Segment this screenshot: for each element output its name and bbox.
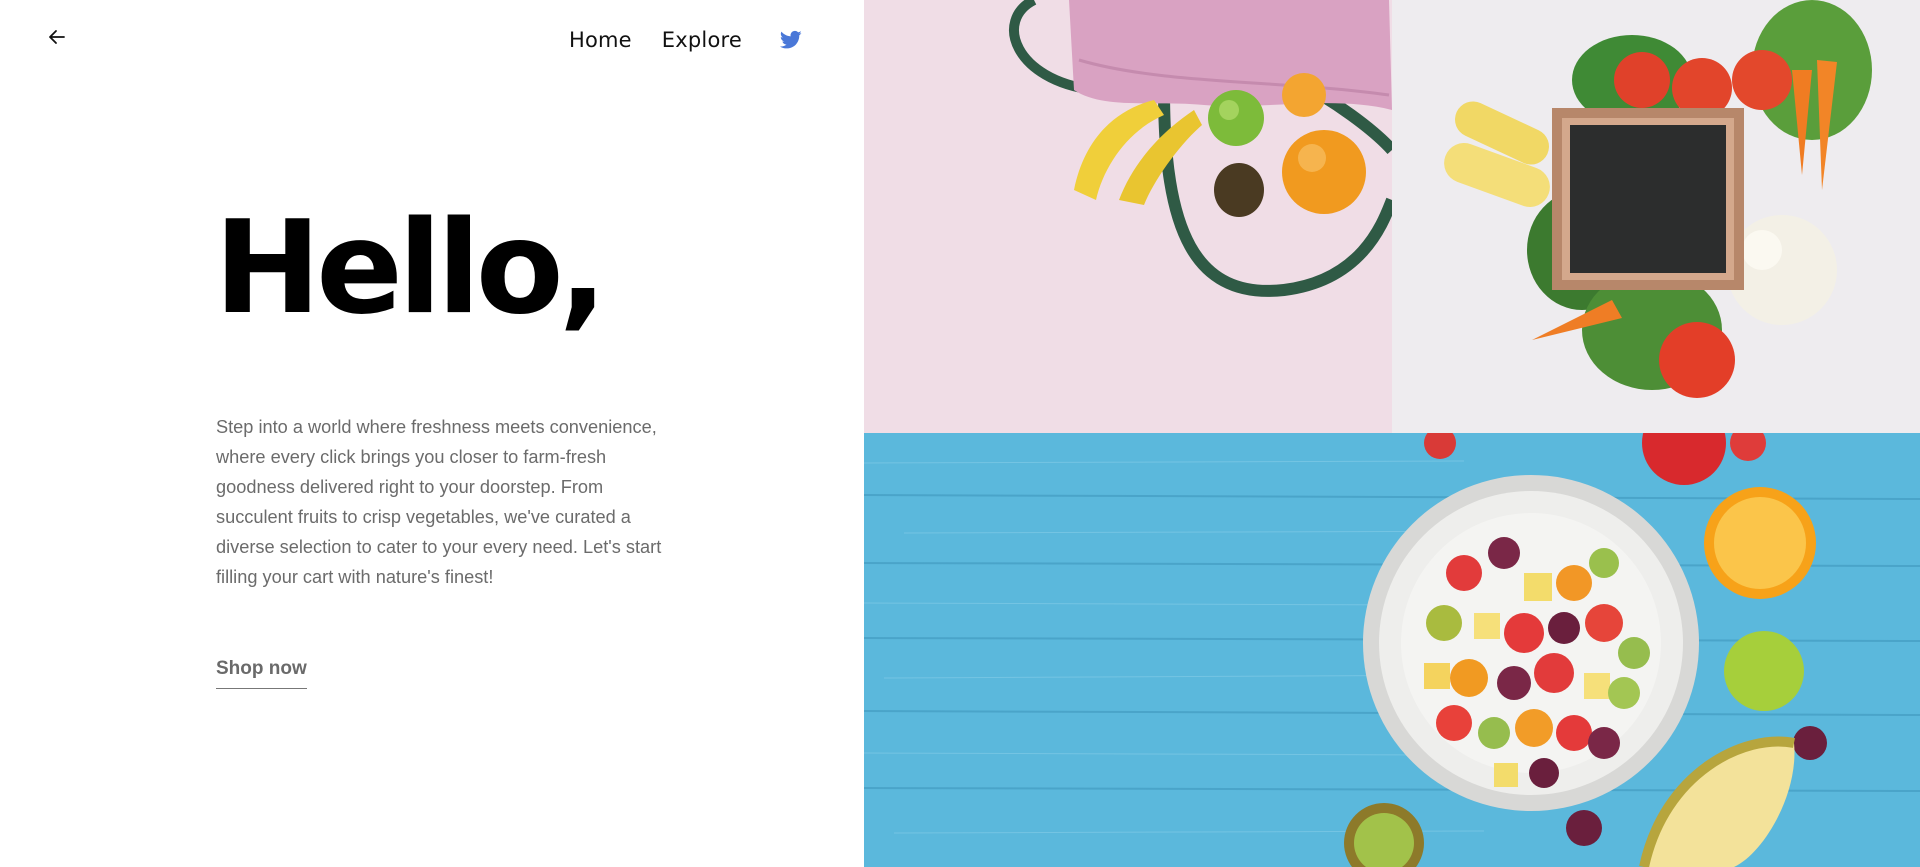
tote-bag-fruit-image — [864, 0, 1392, 433]
arrow-left-icon — [47, 27, 67, 51]
fruit-salad-image — [864, 433, 1920, 867]
shop-now-link[interactable]: Shop now — [216, 658, 307, 689]
hero-title: Hello, — [214, 194, 607, 343]
hero-description: Step into a world where freshness meets … — [216, 417, 662, 587]
nav-home-link[interactable]: Home — [569, 28, 632, 52]
nav-explore-link[interactable]: Explore — [662, 28, 742, 52]
back-button[interactable] — [44, 26, 70, 52]
top-nav: Home Explore — [569, 28, 802, 52]
left-panel: Home Explore Hello, Step into a world wh… — [0, 0, 864, 867]
twitter-icon[interactable] — [780, 29, 802, 51]
vegetables-chalkboard-image — [1392, 0, 1920, 433]
